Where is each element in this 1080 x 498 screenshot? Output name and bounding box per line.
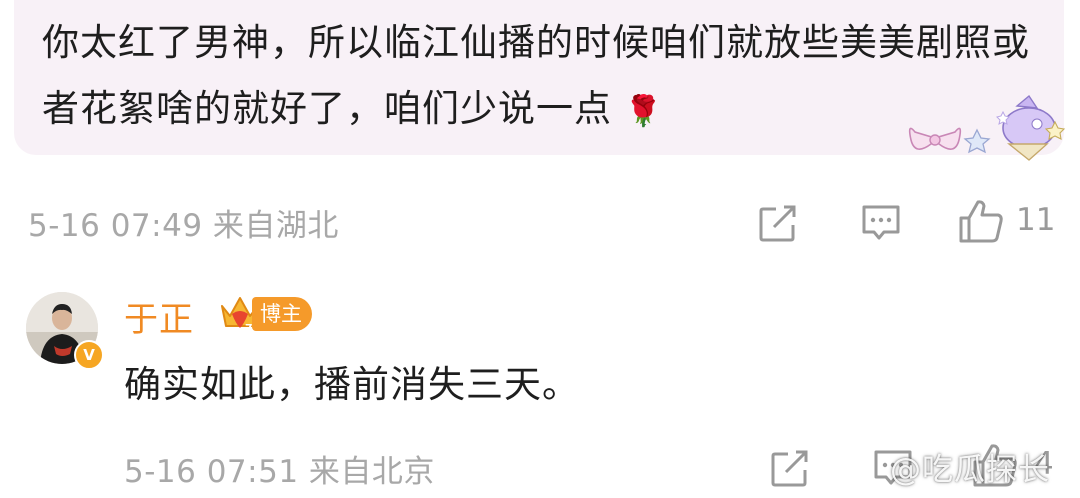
rose-emoji-icon: 🌹: [624, 94, 664, 129]
parent-share-button[interactable]: [758, 203, 800, 243]
ribbon-witch-sticker-icon: [908, 94, 1066, 161]
parent-like-button[interactable]: [958, 198, 1004, 244]
parent-comment-meta: 5-16 07:49 来自湖北: [28, 208, 339, 244]
reply-meta: 5-16 07:51 来自北京: [124, 454, 435, 490]
reply-username[interactable]: 于正: [124, 292, 194, 341]
thumbs-up-icon: [959, 200, 1003, 243]
watermark: @吃瓜探长: [890, 452, 1050, 488]
reply-text: 确实如此，播前消失三天。: [124, 363, 580, 406]
share-icon: [759, 205, 796, 242]
parent-comment-body: 你太红了男神，所以临江仙播的时候咱们就放些美美剧照或者花絮啥的就好了，咱们少说一…: [42, 21, 1030, 130]
parent-like-count: 11: [1016, 202, 1056, 238]
parent-comment-button[interactable]: [860, 203, 902, 243]
share-icon: [771, 450, 808, 487]
blogger-badge: 博主: [252, 297, 312, 331]
comment-thread: 你太红了男神，所以临江仙播的时候咱们就放些美美剧照或者花絮啥的就好了，咱们少说一…: [0, 0, 1080, 498]
comment-bubble-icon: [862, 205, 900, 240]
reply-share-button[interactable]: [770, 448, 812, 488]
verified-v-icon: V: [74, 340, 104, 370]
